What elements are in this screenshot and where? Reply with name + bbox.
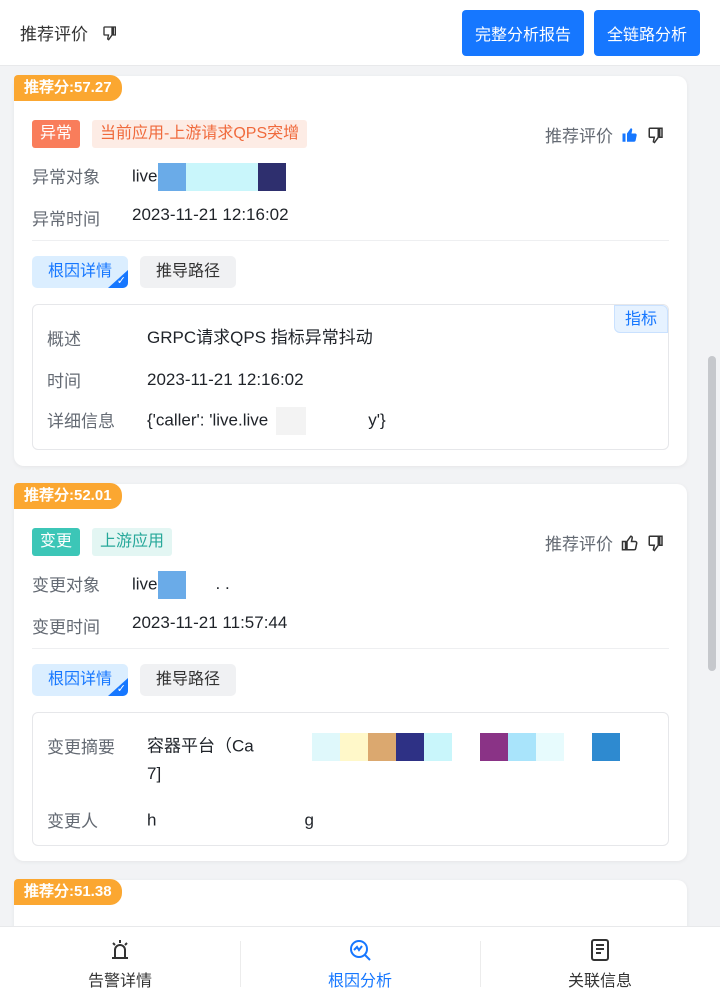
result-list[interactable]: 推荐分:57.27 异常 当前应用-上游请求QPS突增 推荐评价 异常对象 li…	[0, 66, 720, 926]
divider	[32, 648, 669, 649]
time-label: 异常时间	[32, 210, 100, 229]
scrollbar[interactable]	[708, 356, 716, 671]
nav-root-analysis[interactable]: 根因分析	[240, 927, 480, 1001]
full-report-button[interactable]: 完整分析报告	[461, 9, 584, 56]
analysis-icon	[350, 940, 371, 961]
time-value: 2023-11-21 12:16:02	[132, 205, 289, 224]
object-value: live. .	[132, 571, 230, 599]
change-desc-tag: 上游应用	[92, 528, 173, 556]
score-badge: 推荐分:52.01	[14, 483, 122, 509]
full-chain-button[interactable]: 全链路分析	[593, 9, 700, 56]
page-title: 推荐评价	[20, 25, 88, 44]
thumb-up-icon[interactable]	[621, 534, 639, 552]
nav-related-info[interactable]: 关联信息	[480, 927, 720, 1001]
thumb-down-icon[interactable]	[647, 534, 665, 552]
detail-panel: 指标 概述 GRPC请求QPS 指标异常抖动 时间 2023-11-21 12:…	[32, 304, 669, 450]
bottom-nav: 告警详情 根因分析 关联信息	[0, 926, 720, 1001]
detail-panel: 变更摘要 容器平台（Ca 7] 变更人 hg	[32, 712, 669, 846]
score-badge: 推荐分:57.27	[14, 75, 122, 101]
object-label: 变更对象	[32, 576, 100, 595]
detail-time-value: 2023-11-21 12:16:02	[147, 370, 304, 389]
anomaly-tag: 异常	[32, 120, 81, 148]
anomaly-desc-tag: 当前应用-上游请求QPS突增	[92, 120, 308, 148]
changer-value: hg	[147, 807, 314, 835]
nav-alert-detail[interactable]: 告警详情	[0, 927, 240, 1001]
detail-time-label: 时间	[47, 372, 81, 391]
tab-derivation-path[interactable]: 推导路径	[140, 664, 237, 696]
tab-derivation-path[interactable]: 推导路径	[140, 256, 237, 288]
object-value: live	[132, 163, 286, 191]
change-tag: 变更	[32, 528, 81, 556]
score-badge: 推荐分:51.38	[14, 879, 122, 905]
divider	[32, 240, 669, 241]
thumb-down-icon[interactable]	[102, 25, 118, 41]
nav-related-label: 关联信息	[567, 973, 632, 990]
eval-label: 推荐评价	[545, 535, 613, 554]
alarm-icon	[112, 940, 128, 959]
top-bar: 推荐评价 完整分析报告 全链路分析	[0, 0, 720, 66]
eval-label: 推荐评价	[545, 127, 613, 146]
detail-info-value: {'caller': 'live.live y'}	[147, 407, 386, 435]
change-summary-label: 变更摘要	[47, 738, 115, 757]
detail-info-label: 详细信息	[47, 412, 115, 431]
document-icon	[591, 939, 609, 961]
time-label: 变更时间	[32, 618, 100, 637]
root-cause-card: 变更 上游应用 推荐评价 变更对象 live. . 变更时间 2023-11-2…	[14, 484, 687, 861]
thumb-up-icon[interactable]	[621, 126, 639, 144]
thumb-down-icon[interactable]	[647, 126, 665, 144]
nav-root-label: 根因分析	[327, 973, 392, 990]
recommend-eval: 推荐评价	[545, 530, 665, 555]
tab-root-cause-detail[interactable]: 根因详情 ✓	[32, 664, 129, 696]
changer-label: 变更人	[47, 812, 98, 831]
tab-root-cause-detail[interactable]: 根因详情 ✓	[32, 256, 129, 288]
metric-tag: 指标	[613, 305, 668, 333]
object-label: 异常对象	[32, 168, 100, 187]
summary-label: 概述	[47, 330, 81, 349]
summary-value: GRPC请求QPS 指标异常抖动	[147, 328, 373, 347]
change-summary-value: 容器平台（Ca 7]	[147, 733, 620, 787]
time-value: 2023-11-21 11:57:44	[132, 613, 288, 632]
recommend-eval: 推荐评价	[545, 122, 665, 147]
root-cause-card: 异常 当前应用-上游请求QPS突增 推荐评价 异常对象 live 异常时间 20…	[14, 76, 687, 466]
nav-alert-label: 告警详情	[87, 973, 152, 990]
